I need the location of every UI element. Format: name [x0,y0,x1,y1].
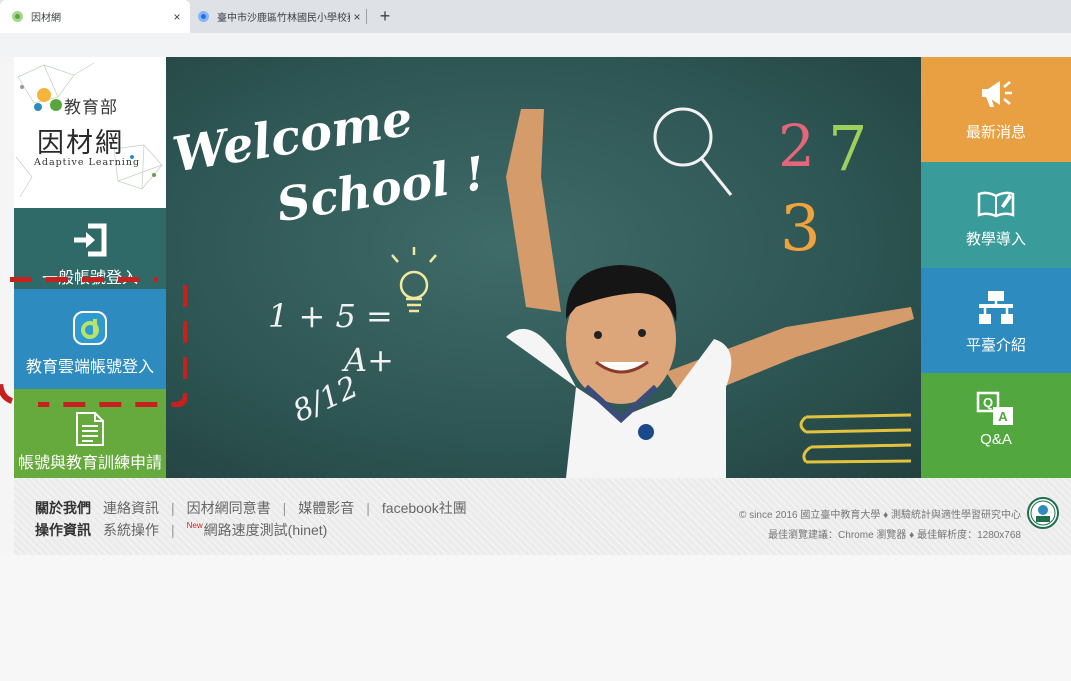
apply-account-button[interactable]: 帳號與教育訓練申請 [14,389,166,478]
lightbulb-doodle [391,247,437,313]
browser-tab-bar: 因材網 × 臺中市沙鹿區竹林國民小學校務系 × + [0,0,1071,33]
sign-in-icon [74,223,107,257]
new-badge: New [186,520,203,530]
seal-emblem [1030,500,1056,526]
document-icon [76,412,104,446]
qa-button[interactable]: Q A Q&A [921,373,1071,478]
site-footer: 關於我們 連絡資訊 | 因材網同意書 | 媒體影音 | facebook社團 操… [14,478,1071,555]
tab-separator [366,9,367,24]
tab-title: 臺中市沙鹿區竹林國民小學校務系 [217,13,350,24]
magnifier-doodle [653,107,733,196]
sitemap-icon [979,291,1013,324]
megaphone-icon [982,81,1012,107]
edu-cloud-login-label: 教育雲端帳號登入 [25,359,154,376]
chalk-equation: 1 + 5 = [268,297,393,335]
svg-text:A: A [998,409,1008,424]
chalk-number: 3 [780,192,821,266]
general-login-label: 一般帳號登入 [41,270,138,287]
tab-school-site[interactable]: 臺中市沙鹿區竹林國民小學校務系 × [190,0,370,33]
footer-link-media[interactable]: 媒體影音 [298,498,354,518]
site-logo[interactable]: 教育部 因材網 Adaptive Learning [14,57,166,208]
chalk-grade: A+ [344,341,394,379]
school-favicon-icon [198,11,209,22]
edu-cloud-icon [73,311,107,345]
teaching-button[interactable]: 教學導入 [921,162,1071,268]
tab-title: 因材網 [31,13,61,24]
footer-row-operation: 操作資訊 系統操作 | New 網路速度測試(hinet) [35,520,327,540]
tab-close-icon[interactable]: × [170,10,184,24]
site-favicon-icon [12,11,23,22]
edu-cloud-login-button[interactable]: 教育雲端帳號登入 [14,289,166,389]
teaching-label: 教學導入 [965,231,1026,248]
footer-separator: | [171,500,175,516]
footer-link-facebook[interactable]: facebook社團 [382,498,467,518]
news-label: 最新消息 [965,124,1026,141]
apply-account-label: 帳號與教育訓練申請 [17,455,162,472]
news-button[interactable]: 最新消息 [921,57,1071,162]
svg-text:Q: Q [983,395,993,410]
copyright-text: © since 2016 國立臺中教育大學 ♦ 測驗統計與適性學習研究中心 [739,510,1021,521]
footer-link-contact[interactable]: 連絡資訊 [103,498,159,518]
ministry-seal-icon [1027,497,1059,529]
platform-label: 平臺介紹 [965,337,1026,354]
chalk-number: 7 [828,112,868,185]
open-book-icon [977,191,1015,218]
chalk-number: 2 [778,112,815,180]
qa-label: Q&A [980,431,1012,448]
platform-button[interactable]: 平臺介紹 [921,268,1071,373]
logo-subtitle: Adaptive Learning [34,157,141,168]
footer-separator: | [282,500,287,516]
logo-name: 因材網 [37,128,124,159]
footer-link-speed-test[interactable]: 網路速度測試(hinet) [204,520,328,540]
hero-image: Welcome School ! 2 7 3 1 + 5 = A+ 8/12 [166,57,921,478]
new-tab-button[interactable]: + [374,5,396,27]
footer-heading: 操作資訊 [35,522,91,538]
tab-adaptive-learning[interactable]: 因材網 × [0,0,190,33]
page-blank-area [0,555,1071,681]
banner: 教育部 因材網 Adaptive Learning 一般帳號登入 教育雲端帳號登… [14,57,1071,478]
browser-recommendation: 最佳瀏覽建議：Chrome 瀏覽器 ♦ 最佳解析度：1280x768 [768,530,1021,541]
footer-link-consent[interactable]: 因材網同意書 [187,498,271,518]
logo-ministry: 教育部 [64,98,118,118]
books-doodle [799,413,912,464]
footer-link-system-operation[interactable]: 系統操作 [103,520,159,540]
general-login-button[interactable]: 一般帳號登入 [14,208,166,289]
footer-row-about: 關於我們 連絡資訊 | 因材網同意書 | 媒體影音 | facebook社團 [35,498,467,518]
footer-separator: | [366,500,370,516]
qa-chat-icon: Q A [976,391,1013,425]
footer-separator: | [171,522,175,538]
tab-close-icon[interactable]: × [350,10,364,24]
footer-heading: 關於我們 [35,500,91,516]
browser-toolbar [0,33,1071,57]
